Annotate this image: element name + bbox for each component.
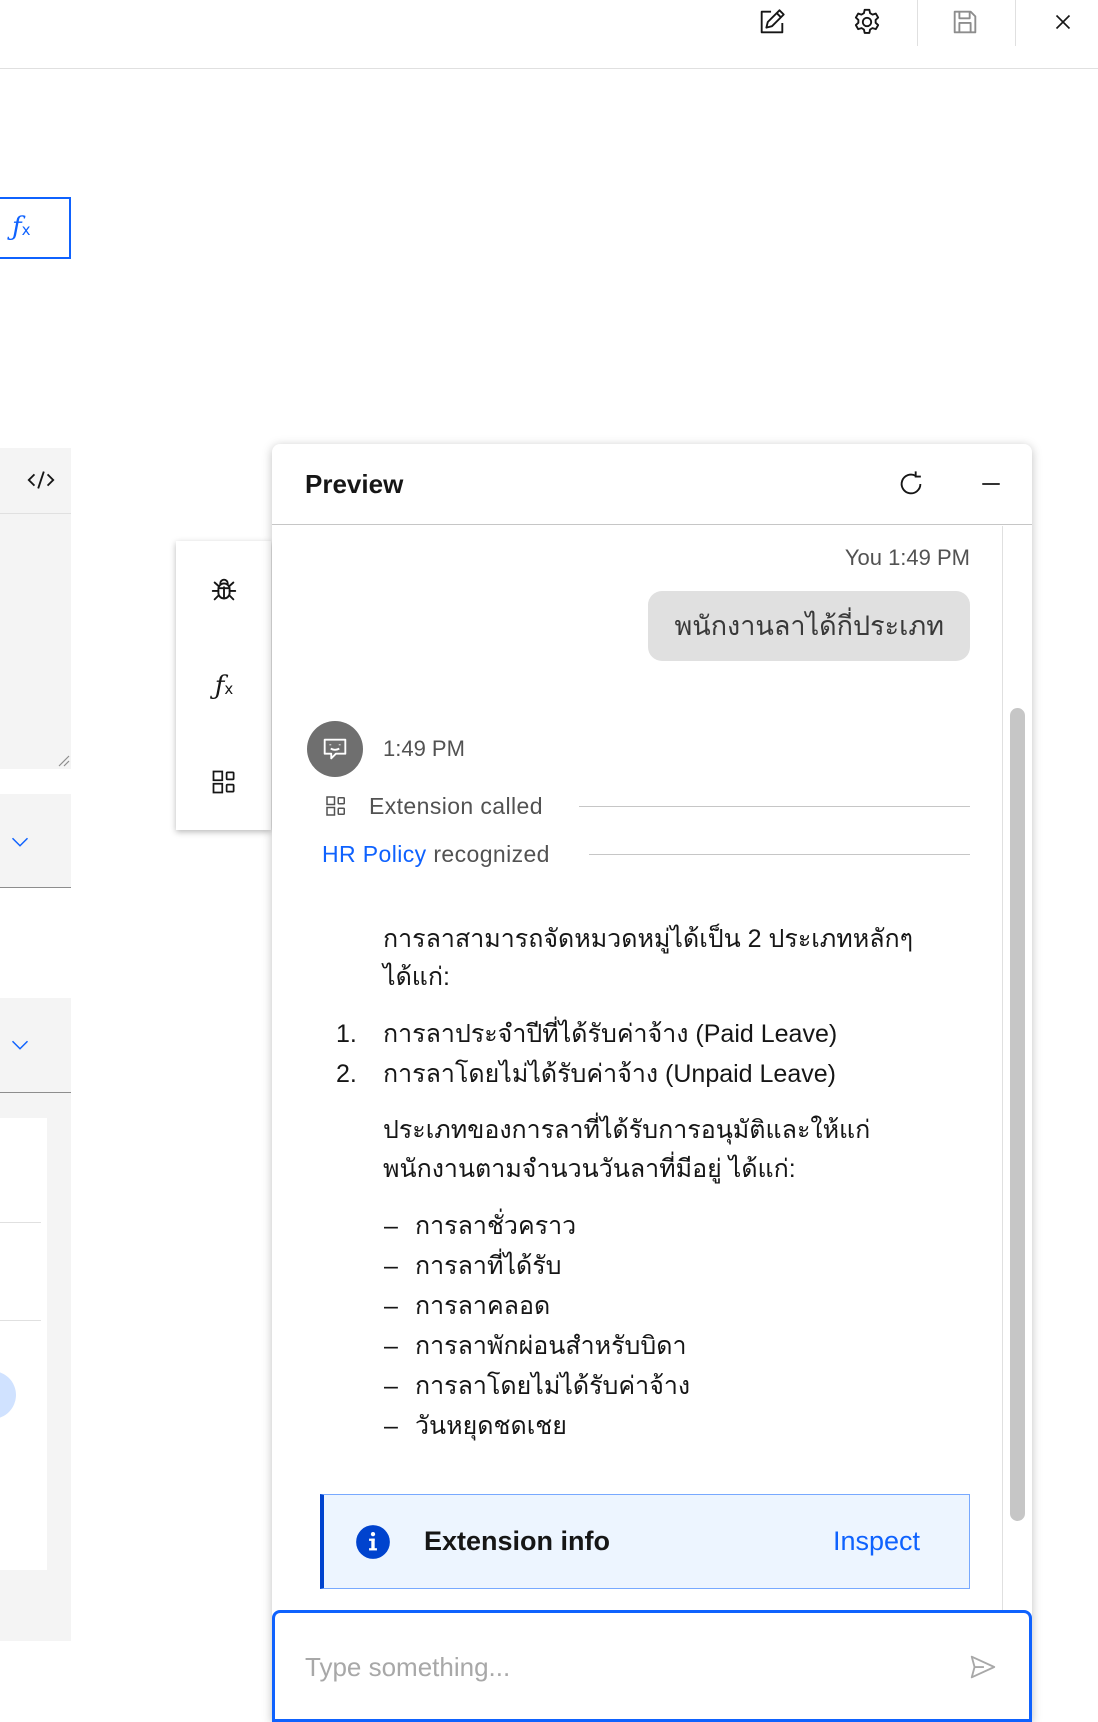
save-button[interactable]	[943, 0, 987, 44]
list-marker: –	[384, 1332, 398, 1360]
dropdown-1[interactable]	[0, 794, 71, 888]
divider	[0, 1320, 41, 1321]
list-item-text: การลาคลอด	[415, 1292, 551, 1320]
bot-response: การลาสามารถจัดหมวดหมู่ได้เป็น 2 ประเภทหล…	[336, 920, 983, 1446]
divider	[0, 1222, 41, 1223]
sender-name: You	[844, 545, 882, 570]
list-item-text: การลาประจำปีที่ได้รับค่าจ้าง (Paid Leave…	[383, 1020, 838, 1048]
list-item: – การลาที่ได้รับ	[383, 1246, 983, 1286]
message-time: 1:49 PM	[888, 545, 970, 570]
close-icon	[1050, 9, 1076, 35]
list-item: 2. การลาโดยไม่ได้รับค่าจ้าง (Unpaid Leave…	[336, 1054, 983, 1094]
preview-panel: Preview You 1:49 PM พนักงานลาได้กี่ประเภ…	[272, 444, 1032, 1722]
text-area[interactable]	[0, 514, 71, 769]
message-input-container	[272, 1610, 1032, 1722]
edit-icon	[757, 7, 787, 37]
chevron-down-icon	[8, 830, 32, 854]
text-line: ได้แก่:	[383, 963, 451, 991]
message-input[interactable]	[305, 1642, 905, 1692]
toolbar-divider	[1015, 0, 1016, 46]
left-card	[0, 1118, 47, 1570]
text-line: พนักงานตามจำนวนวันลาที่มีอยู่ ได้แก่:	[383, 1155, 796, 1183]
settings-button[interactable]	[845, 0, 889, 44]
refresh-button[interactable]	[889, 462, 933, 506]
list-item-text: การลาชั่วคราว	[415, 1212, 577, 1240]
hr-policy-link[interactable]: HR Policy	[322, 841, 427, 867]
list-marker: 2.	[336, 1060, 357, 1088]
edit-button[interactable]	[750, 0, 794, 44]
list-item: 1. การลาประจำปีที่ได้รับค่าจ้าง (Paid Lea…	[336, 1014, 983, 1054]
resize-handle-icon[interactable]	[56, 753, 70, 767]
divider	[589, 854, 970, 855]
intro-paragraph: การลาสามารถจัดหมวดหมู่ได้เป็น 2 ประเภทหล…	[383, 920, 983, 996]
list-item: – การลาชั่วคราว	[383, 1206, 983, 1246]
round-button[interactable]	[0, 1371, 16, 1419]
list-item-text: วันหยุดชดเชย	[415, 1412, 567, 1440]
chevron-down-icon	[8, 1033, 32, 1057]
minimize-icon	[977, 470, 1005, 498]
formula-button[interactable]	[202, 665, 246, 709]
ordered-list: 1. การลาประจำปีที่ได้รับค่าจ้าง (Paid Lea…	[336, 1014, 983, 1094]
close-button[interactable]	[1041, 0, 1085, 44]
side-toolbar	[176, 541, 271, 830]
list-item: – การลาคลอด	[383, 1286, 983, 1326]
debug-button[interactable]	[202, 568, 246, 612]
list-marker: –	[384, 1292, 398, 1320]
text-line: ประเภทของการลาที่ได้รับการอนุมัติและให้แ…	[383, 1116, 871, 1144]
minimize-button[interactable]	[969, 462, 1013, 506]
debug-icon	[209, 575, 239, 605]
recognized-row: HR Policy recognized	[322, 841, 550, 867]
code-view-button[interactable]	[24, 463, 58, 497]
bot-message-time: 1:49 PM	[383, 736, 465, 761]
bot-chat-icon	[320, 734, 350, 764]
dropdown-2[interactable]	[0, 998, 71, 1093]
bot-avatar	[307, 721, 363, 777]
extension-icon	[324, 794, 348, 818]
list-item-text: การลาโดยไม่ได้รับค่าจ้าง	[415, 1372, 691, 1400]
scroll-track	[1002, 526, 1003, 1610]
toolbar-divider	[917, 0, 918, 46]
code-icon	[26, 465, 56, 495]
preview-title: Preview	[305, 469, 404, 499]
text-line: การลาสามารถจัดหมวดหมู่ได้เป็น 2 ประเภทหล…	[383, 925, 914, 953]
fx-icon	[215, 673, 234, 702]
extension-called-label: Extension called	[369, 793, 543, 819]
send-button[interactable]	[965, 1649, 1001, 1685]
recognized-label: recognized	[433, 841, 550, 867]
list-item: – วันหยุดชดเชย	[383, 1406, 983, 1446]
send-icon	[968, 1652, 998, 1682]
code-toolbar	[0, 448, 71, 514]
refresh-icon	[896, 469, 926, 499]
list-marker: –	[384, 1372, 398, 1400]
info-icon	[355, 1524, 391, 1560]
scrollbar-thumb[interactable]	[1010, 708, 1025, 1521]
top-toolbar	[0, 0, 1098, 69]
list-item-text: การลาที่ได้รับ	[415, 1252, 562, 1280]
list-marker: 1.	[336, 1020, 357, 1048]
fx-icon	[12, 214, 31, 243]
list-item: – การลาพักผ่อนสำหรับบิดา	[383, 1326, 983, 1366]
extension-icon	[210, 768, 238, 796]
types-paragraph: ประเภทของการลาที่ได้รับการอนุมัติและให้แ…	[383, 1111, 983, 1189]
list-item-text: การลาโดยไม่ได้รับค่าจ้าง (Unpaid Leave)	[383, 1060, 836, 1088]
list-item: – การลาโดยไม่ได้รับค่าจ้าง	[383, 1366, 983, 1406]
inspect-button[interactable]: Inspect	[833, 1495, 920, 1588]
save-icon	[950, 7, 980, 37]
left-settings-area	[0, 1093, 71, 1641]
extension-button[interactable]	[202, 760, 246, 804]
bullet-list: – การลาชั่วคราว – การลาที่ได้รับ – การลาคลอ…	[383, 1206, 983, 1446]
user-message-bubble: พนักงานลาได้กี่ประเภท	[648, 591, 970, 661]
list-marker: –	[384, 1212, 398, 1240]
settings-icon	[852, 7, 882, 37]
extension-info-label: Extension info	[424, 1526, 611, 1556]
formula-field[interactable]	[0, 197, 71, 259]
list-item-text: การลาพักผ่อนสำหรับบิดา	[415, 1332, 687, 1360]
divider	[579, 806, 970, 807]
list-marker: –	[384, 1252, 398, 1280]
user-message-meta: You 1:49 PM	[845, 545, 970, 571]
preview-header: Preview	[272, 444, 1032, 525]
list-marker: –	[384, 1412, 398, 1440]
extension-info-notification: Extension info Inspect	[320, 1494, 970, 1589]
